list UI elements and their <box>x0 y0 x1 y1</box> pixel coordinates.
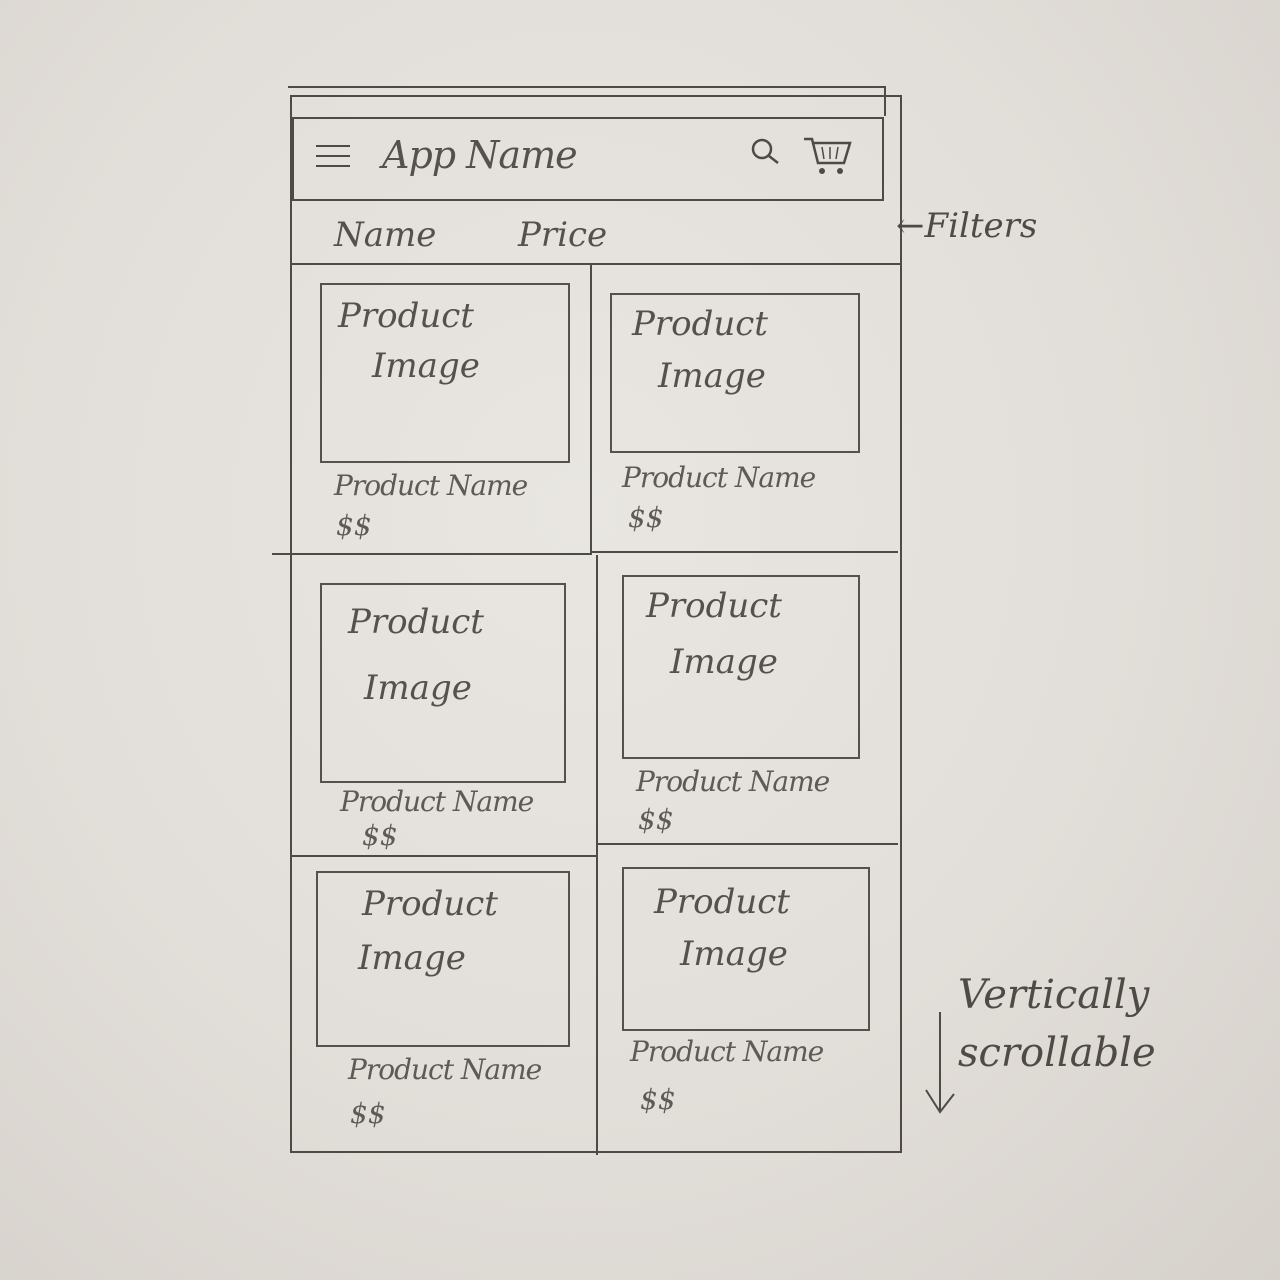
product-price: $$ <box>628 501 664 534</box>
product-card[interactable]: Product Image Product Name $$ <box>292 265 590 553</box>
scroll-annotation-line: scrollable <box>958 1030 1156 1076</box>
hamburger-menu-icon[interactable] <box>316 145 350 173</box>
product-image[interactable]: Product Image <box>622 575 860 759</box>
product-price: $$ <box>638 803 674 836</box>
product-image[interactable]: Product Image <box>610 293 860 453</box>
app-bar: App Name <box>292 117 884 201</box>
product-image[interactable]: Product Image <box>320 283 570 463</box>
product-image[interactable]: Product Image <box>316 871 570 1047</box>
app-title: App Name <box>382 133 578 177</box>
cart-icon[interactable] <box>802 133 854 181</box>
product-card[interactable]: Product Image Product Name $$ <box>598 555 898 845</box>
product-name[interactable]: Product Name <box>340 785 534 818</box>
product-name[interactable]: Product Name <box>630 1035 824 1068</box>
product-image-label: Image <box>364 668 472 708</box>
product-price: $$ <box>336 509 372 542</box>
product-image-label: Image <box>670 642 778 682</box>
product-image-label: Product <box>632 304 768 344</box>
product-card[interactable]: Product Image Product Name $$ <box>592 265 898 551</box>
product-name[interactable]: Product Name <box>334 469 528 502</box>
filter-bar: Name Price <box>292 201 900 265</box>
product-image[interactable]: Product Image <box>320 583 566 783</box>
filter-name[interactable]: Name <box>334 215 436 255</box>
product-image-label: Image <box>680 934 788 974</box>
product-image[interactable]: Product Image <box>622 867 870 1031</box>
product-image-label: Product <box>654 882 790 922</box>
down-arrow-icon <box>925 1012 955 1114</box>
grid-divider-horizontal <box>592 551 898 553</box>
product-name[interactable]: Product Name <box>348 1053 542 1086</box>
product-price: $$ <box>362 819 398 852</box>
product-card[interactable]: Product Image Product Name $$ <box>292 857 596 1153</box>
product-price: $$ <box>350 1097 386 1130</box>
phone-frame: App Name Name Price Product Image Produc… <box>272 95 902 1155</box>
product-name[interactable]: Product Name <box>622 461 816 494</box>
scroll-annotation: Vertically scrollable <box>958 966 1156 1082</box>
product-card[interactable]: Product Image Product Name $$ <box>292 555 596 855</box>
product-image-label: Product <box>362 884 498 924</box>
product-image-label: Product <box>348 602 484 642</box>
product-image-label: Image <box>358 938 466 978</box>
scroll-annotation-line: Vertically <box>958 972 1150 1018</box>
filter-price[interactable]: Price <box>518 215 607 255</box>
product-name[interactable]: Product Name <box>636 765 830 798</box>
search-icon[interactable] <box>748 135 784 171</box>
product-image-label: Image <box>372 346 480 386</box>
product-price: $$ <box>640 1083 676 1116</box>
frame-top-line <box>288 86 886 88</box>
product-image-label: Image <box>658 356 766 396</box>
product-image-label: Product <box>646 586 782 626</box>
product-image-label: Product <box>338 296 474 336</box>
product-card[interactable]: Product Image Product Name $$ <box>598 847 898 1153</box>
filters-annotation: ←Filters <box>896 206 1038 246</box>
